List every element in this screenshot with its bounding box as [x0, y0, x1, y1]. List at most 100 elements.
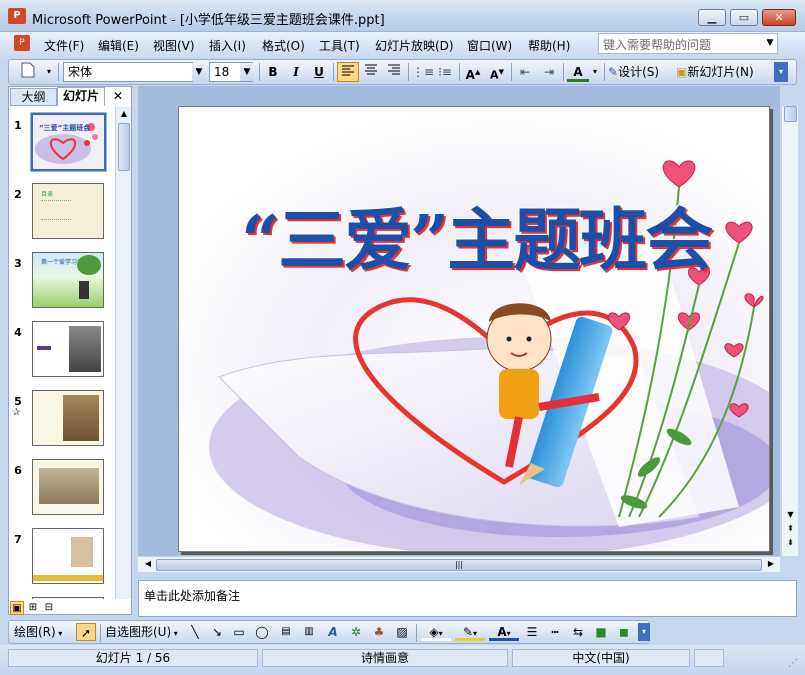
clipart-icon[interactable]: ♣	[370, 623, 388, 641]
size-dropdown-icon[interactable]: ▼	[240, 63, 254, 81]
font-name-select[interactable]: 宋体	[63, 62, 193, 82]
normal-view-icon[interactable]: ▣	[10, 601, 24, 615]
current-slide[interactable]: “三爱”主题班会	[178, 106, 770, 552]
design-template-status: 诗情画意	[262, 649, 508, 667]
line-color-icon[interactable]: ✎▾	[455, 623, 485, 641]
resize-grip-icon[interactable]: ⋰	[788, 658, 798, 669]
slide-thumbnail-8[interactable]	[32, 597, 104, 599]
line-style-icon[interactable]: ☰	[523, 623, 541, 641]
menu-file[interactable]: 文件(F)	[44, 37, 84, 54]
window-title: Microsoft PowerPoint - [小学低年级三爱主题班会课件.pp…	[32, 13, 385, 28]
slide-horizontal-scrollbar[interactable]: ◀ ||| ▶	[138, 556, 780, 572]
arrow-style-icon[interactable]: ⇆	[569, 623, 587, 641]
decrease-font-icon[interactable]: A▼	[487, 62, 507, 82]
slide-number: 6	[14, 464, 22, 477]
menu-edit[interactable]: 编辑(E)	[98, 37, 139, 54]
notes-pane[interactable]: 单击此处添加备注	[138, 580, 797, 617]
menu-tools[interactable]: 工具(T)	[319, 37, 360, 54]
animation-star-icon: ✰	[12, 407, 21, 418]
drawing-font-color-icon[interactable]: A▾	[489, 623, 519, 641]
new-slide-button[interactable]: ▣新幻灯片(N)	[676, 62, 766, 82]
textbox-icon[interactable]: ▤	[277, 623, 295, 641]
arrow-icon[interactable]: ↘	[208, 623, 226, 641]
drawing-toolbar-overflow-icon[interactable]: ▾	[638, 623, 650, 641]
slide-sorter-view-icon[interactable]: ⊞	[26, 601, 40, 615]
align-left-icon[interactable]	[337, 62, 359, 82]
3d-style-icon[interactable]: ◼	[615, 623, 633, 641]
scroll-up-icon[interactable]: ▲	[118, 109, 130, 121]
slide-number: 1	[14, 119, 22, 132]
menu-window[interactable]: 窗口(W)	[467, 37, 512, 54]
slide-title[interactable]: “三爱”主题班会	[241, 185, 713, 284]
scroll-thumb[interactable]	[784, 106, 797, 122]
maximize-button[interactable]: ▭	[730, 9, 758, 26]
tab-outline[interactable]: 大纲	[10, 88, 57, 106]
draw-menu-button[interactable]: 绘图(R) ▾	[14, 623, 74, 641]
help-dropdown-icon[interactable]: ▼	[763, 33, 777, 54]
align-center-icon[interactable]	[361, 62, 381, 82]
thumb-photo	[79, 281, 89, 299]
help-search-input[interactable]: 键入需要帮助的问题	[598, 33, 778, 54]
scroll-left-icon[interactable]: ◀	[142, 559, 154, 571]
decrease-indent-icon[interactable]: ⇤	[515, 62, 535, 82]
rectangle-icon[interactable]: ▭	[230, 623, 248, 641]
toolbar-options-icon[interactable]: ▾	[43, 62, 55, 82]
vertical-textbox-icon[interactable]: ▥	[300, 623, 318, 641]
increase-indent-icon[interactable]: ⇥	[539, 62, 559, 82]
bullets-icon[interactable]: ⁝≡	[435, 62, 455, 82]
select-objects-icon[interactable]: ➚	[76, 623, 96, 641]
align-right-icon[interactable]	[384, 62, 404, 82]
slide-thumbnail-5[interactable]	[32, 390, 104, 446]
thumb-title: “三爱”主题班会	[39, 124, 91, 132]
picture-icon[interactable]: ▨	[393, 623, 411, 641]
document-icon[interactable]: P	[14, 35, 30, 51]
line-icon[interactable]: ╲	[186, 623, 204, 641]
new-document-icon[interactable]	[18, 62, 38, 82]
thumb-photo	[63, 395, 99, 441]
oval-icon[interactable]: ◯	[253, 623, 271, 641]
slide-thumbnail-4[interactable]	[32, 321, 104, 377]
thumb-text-block	[41, 200, 71, 220]
slide-vertical-scrollbar[interactable]: ▲ ▼ ⇞ ⇟	[781, 106, 798, 556]
scroll-thumb[interactable]	[118, 123, 130, 171]
increase-font-icon[interactable]: A▲	[463, 62, 483, 82]
fill-color-icon[interactable]: ◈▾	[421, 623, 451, 641]
shadow-style-icon[interactable]: ■	[592, 623, 610, 641]
thumbnail-scrollbar[interactable]: ▲	[115, 107, 131, 599]
powerpoint-icon[interactable]: P	[8, 8, 26, 24]
autoshapes-menu-button[interactable]: 自选图形(U) ▾	[105, 623, 183, 641]
underline-button[interactable]: U	[309, 62, 329, 82]
font-dropdown-icon[interactable]: ▼	[192, 63, 206, 81]
menu-insert[interactable]: 插入(I)	[209, 37, 246, 54]
slideshow-view-icon[interactable]: ⊟	[42, 601, 56, 615]
dash-style-icon[interactable]: ┅	[546, 623, 564, 641]
slide-thumbnail-3[interactable]: 第一个爱学习活动	[32, 252, 104, 308]
diagram-icon[interactable]: ✲	[347, 623, 365, 641]
slide-thumbnail-7[interactable]	[32, 528, 104, 584]
font-color-icon[interactable]: A	[567, 62, 589, 82]
italic-button[interactable]: I	[286, 62, 306, 82]
numbering-icon[interactable]: ⋮≡	[412, 62, 434, 82]
wordart-icon[interactable]: A	[324, 623, 342, 641]
menu-format[interactable]: 格式(O)	[262, 37, 305, 54]
scroll-down-icon[interactable]: ▼	[784, 510, 797, 522]
tab-slides[interactable]: 幻灯片	[57, 87, 105, 106]
minimize-button[interactable]: ▁	[698, 9, 726, 26]
menu-help[interactable]: 帮助(H)	[528, 37, 570, 54]
next-slide-icon[interactable]: ⇟	[784, 538, 797, 550]
slide-thumbnail-2[interactable]: 目录	[32, 183, 104, 239]
design-button[interactable]: ✎设计(S)	[608, 62, 672, 82]
slide-thumbnail-6[interactable]	[32, 459, 104, 515]
menu-view[interactable]: 视图(V)	[153, 37, 195, 54]
font-color-dropdown-icon[interactable]: ▾	[590, 62, 600, 82]
slide-thumbnail-1[interactable]: “三爱”主题班会	[30, 112, 107, 172]
menu-slideshow[interactable]: 幻灯片放映(D)	[375, 37, 454, 54]
close-button[interactable]: ✕	[762, 9, 796, 26]
bold-button[interactable]: B	[263, 62, 283, 82]
thumb-stripe	[33, 575, 103, 581]
scroll-right-icon[interactable]: ▶	[765, 559, 777, 571]
scroll-thumb[interactable]: |||	[156, 559, 762, 571]
previous-slide-icon[interactable]: ⇞	[784, 524, 797, 536]
close-pane-icon[interactable]: ✕	[110, 88, 126, 104]
toolbar-overflow-icon[interactable]: ▾	[774, 62, 788, 82]
